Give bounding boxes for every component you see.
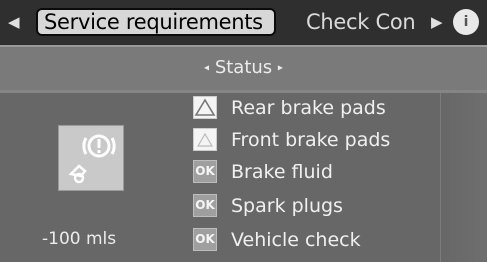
service-panel: -100 mls Rear brake pads Front brake pad… xyxy=(0,93,487,262)
list-item-label: Vehicle check xyxy=(231,229,361,251)
warning-triangle-icon xyxy=(193,96,217,119)
idrive-screen: ◀ Service requirements Check Con ▶ i ◂ S… xyxy=(0,0,487,262)
brake-service-icon xyxy=(68,134,116,184)
ok-badge-icon: OK xyxy=(193,194,217,217)
tab-check-control[interactable]: Check Con xyxy=(306,8,424,36)
list-item-label: Front brake pads xyxy=(231,129,391,151)
remaining-distance: -100 mls xyxy=(42,229,117,249)
ok-badge-icon: OK xyxy=(193,228,217,251)
tab-service-requirements[interactable]: Service requirements xyxy=(36,8,276,36)
info-icon[interactable]: i xyxy=(453,9,479,35)
status-title: Status xyxy=(214,57,273,78)
warning-triangle-icon xyxy=(193,128,217,151)
list-item-label: Rear brake pads xyxy=(231,97,386,119)
list-item-label: Spark plugs xyxy=(231,195,343,217)
tab-bar: ◀ Service requirements Check Con ▶ i xyxy=(0,0,487,45)
list-item-label: Brake fluid xyxy=(231,161,333,183)
status-header-label: ◂ Status ▸ xyxy=(0,57,487,78)
status-header[interactable]: ◂ Status ▸ xyxy=(0,45,487,90)
decorative-arc xyxy=(440,93,487,262)
status-left-marker-icon: ◂ xyxy=(204,62,210,74)
tab-next-arrow-icon[interactable]: ▶ xyxy=(431,15,443,30)
status-right-marker-icon: ▸ xyxy=(277,62,283,74)
ok-badge-icon: OK xyxy=(193,160,217,183)
tab-prev-arrow-icon[interactable]: ◀ xyxy=(8,15,20,30)
service-requirement-icon xyxy=(58,125,124,191)
